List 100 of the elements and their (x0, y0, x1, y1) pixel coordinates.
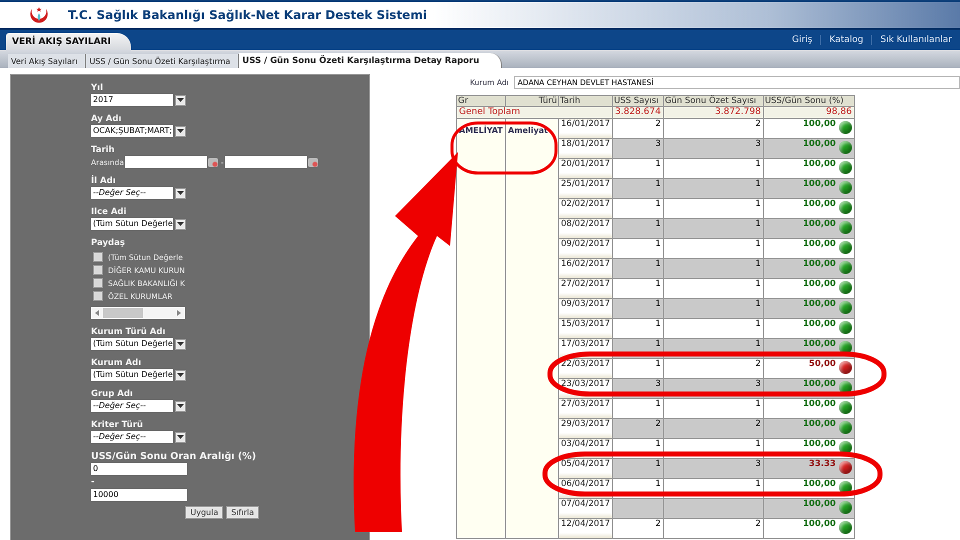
table-cell: 12/04/2017 (558, 518, 612, 538)
percent-value: 100,00 (803, 479, 836, 490)
filter-label: Ay Adı (91, 114, 122, 124)
input-field[interactable]: 10000 (91, 489, 187, 501)
caret-icon (177, 404, 184, 408)
dropdown-field[interactable]: --Değer Seç-- (91, 431, 173, 443)
nav-link[interactable]: Sık Kullanılanlar (871, 35, 960, 45)
percent-value: 100,00 (803, 139, 836, 150)
caret-icon (177, 342, 184, 346)
filter-label: Kurum Türü Adı (91, 327, 166, 337)
percent-value: 100,00 (803, 219, 836, 230)
filter-label: Tarih (91, 145, 116, 155)
input-field[interactable]: 0 (91, 463, 187, 475)
percent-value: 100,00 (803, 259, 836, 270)
button[interactable]: Uygula (185, 506, 224, 519)
table-cell: 16/01/2017 (558, 118, 612, 138)
table-cell: 2 (663, 418, 764, 438)
date-field[interactable] (224, 156, 307, 168)
column-header[interactable]: Tarih (558, 96, 612, 106)
nav-link[interactable]: Katalog (820, 35, 872, 45)
table-cell: 09/02/2017 (558, 238, 612, 258)
table-cell: 3 (663, 138, 764, 158)
section-tab[interactable]: VERİ AKIŞ SAYILARI (6, 33, 131, 50)
dropdown-field[interactable]: --Değer Seç-- (91, 400, 173, 412)
filter-label: Paydaş (91, 238, 126, 248)
percent-value: 33.33 (808, 459, 836, 470)
table-cell: 1 (663, 218, 764, 238)
dropdown-button[interactable] (175, 126, 186, 136)
tab[interactable]: USS / Gün Sonu Özeti Karşılaştırma Detay Raporu (239, 53, 502, 68)
dropdown-button[interactable] (175, 370, 186, 380)
filter-label: İl Adı (91, 176, 117, 186)
table-cell: 2 (663, 518, 764, 538)
column-header[interactable]: USS Sayısı (612, 96, 664, 106)
percent-value: 100,00 (803, 379, 836, 390)
dropdown-field[interactable]: (Tüm Sütun Değerle (91, 218, 173, 230)
column-header[interactable]: Gün Sonu Özet Sayısı (663, 96, 764, 106)
checkbox[interactable] (93, 278, 103, 288)
calendar-icon[interactable] (308, 158, 318, 166)
caret-icon (177, 222, 184, 226)
table-cell: Ameliyat (508, 126, 548, 135)
dropdown-button[interactable] (175, 94, 186, 106)
dropdown-field[interactable]: (Tüm Sütun Değerle (91, 369, 173, 381)
checkbox[interactable] (93, 252, 103, 262)
table-cell: 20/01/2017 (558, 158, 612, 178)
table-cell: 1 (612, 218, 664, 238)
dropdown-button[interactable] (175, 432, 186, 442)
percent-value: 100,00 (803, 519, 836, 530)
percent-value: 100,00 (803, 159, 836, 170)
percent-value: 100,00 (803, 399, 836, 410)
total-label: Genel Toplam (456, 106, 612, 118)
checkbox[interactable] (93, 265, 103, 275)
caret-icon (177, 435, 184, 439)
filter-label: Ilce Adi (91, 207, 128, 217)
tab[interactable]: USS / Gün Sonu Özeti Karşılaştırma (86, 54, 240, 68)
table-cell: 3.828.674 (612, 106, 664, 118)
percent-value: 100,00 (803, 299, 836, 310)
tab[interactable]: Veri Akış Sayıları (8, 54, 86, 68)
table-cell: 29/03/2017 (558, 418, 612, 438)
percent-value: 50,00 (808, 359, 836, 370)
column-header[interactable]: USS/Gün Sonu (%) (763, 96, 854, 106)
percent-value: 100,00 (803, 419, 836, 430)
dropdown-button[interactable] (175, 338, 186, 350)
table-cell: 1 (612, 298, 664, 318)
table-cell: 27/02/2017 (558, 278, 612, 298)
filter-label: Kurum Adı (91, 358, 142, 368)
checkbox[interactable] (93, 291, 103, 301)
scroll-right-icon[interactable] (177, 310, 181, 316)
nav-link[interactable]: Giriş (784, 35, 820, 45)
column-header[interactable]: Türü (506, 96, 558, 106)
dropdown-field[interactable]: OCAK;ŞUBAT;MART; (91, 125, 173, 137)
range-separator: - (91, 477, 96, 487)
dropdown-button[interactable] (175, 188, 186, 198)
filter-label: Yıl (91, 83, 104, 93)
dropdown-button[interactable] (175, 400, 186, 412)
table-cell: 02/02/2017 (558, 198, 612, 218)
table-cell: 1 (612, 258, 664, 278)
table-cell: 3.872.798 (663, 106, 764, 118)
table-cell: 1 (663, 258, 764, 278)
dropdown-field[interactable]: (Tüm Sütun Değerle (91, 338, 173, 350)
dropdown-field[interactable]: --Değer Seç-- (91, 187, 173, 199)
table-cell: 16/02/2017 (558, 258, 612, 278)
table-cell: 1 (612, 458, 664, 478)
date-field[interactable] (124, 156, 207, 168)
table-cell: 08/02/2017 (558, 218, 612, 238)
dropdown-field[interactable]: 2017 (91, 94, 173, 106)
scroll-left-icon[interactable] (95, 310, 99, 316)
filter-label: Grup Adı (91, 389, 134, 399)
table-cell: 22/03/2017 (558, 358, 612, 378)
table-cell: 2 (612, 518, 664, 538)
calendar-icon[interactable] (208, 158, 218, 166)
percent-value: 100,00 (803, 319, 836, 330)
table-cell: 27/03/2017 (558, 398, 612, 418)
scrollbar[interactable] (91, 307, 185, 319)
filter-label: USS/Gün Sonu Oran Aralığı (%) (91, 451, 258, 462)
dropdown-button[interactable] (175, 218, 186, 230)
table-cell: 07/04/2017 (558, 498, 612, 518)
column-header[interactable]: Gr (456, 96, 506, 106)
table-cell: 09/03/2017 (558, 298, 612, 318)
scroll-thumb[interactable] (103, 308, 143, 318)
button[interactable]: Sıfırla (226, 506, 259, 519)
